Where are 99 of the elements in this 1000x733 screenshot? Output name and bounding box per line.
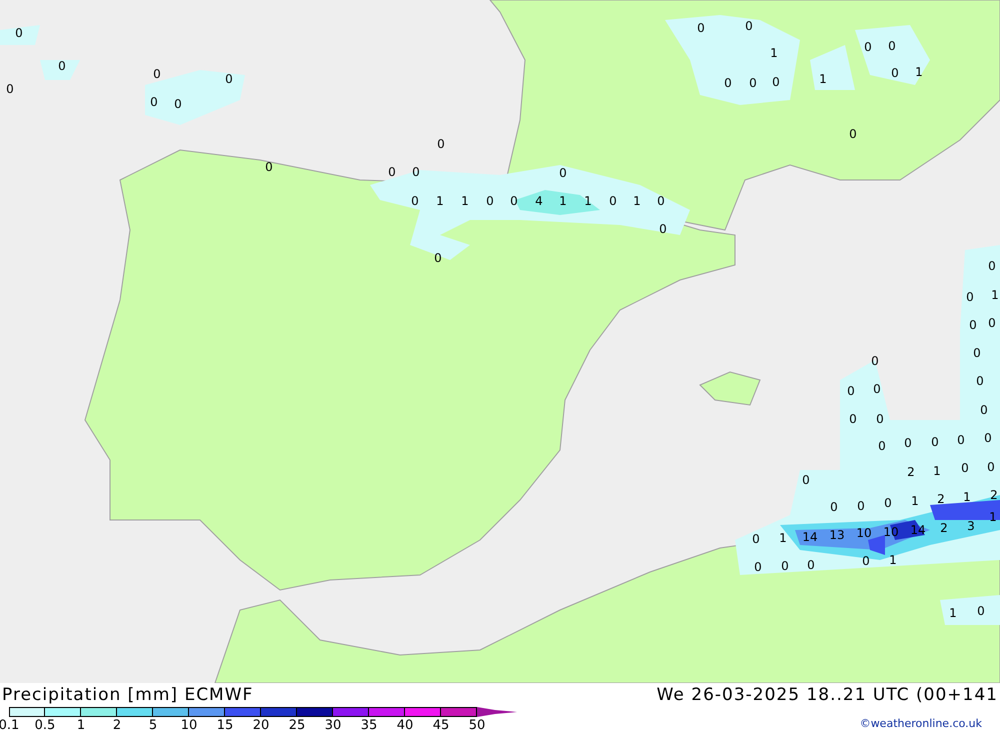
value-label: 0 [225,72,233,86]
value-label: 0 [486,194,494,208]
legend-label: 50 [468,718,486,733]
map-title: Precipitation [mm] ECMWF [2,685,254,705]
legend-label: 1 [76,718,86,733]
value-label: 0 [973,346,981,360]
value-label: 1 [559,194,567,208]
legend-label: 0.5 [34,718,56,733]
value-label: 1 [436,194,444,208]
value-label: 0 [657,194,665,208]
legend-label: 40 [396,718,414,733]
value-label: 0 [987,460,995,474]
legend-label: 20 [252,718,270,733]
value-label: 0 [904,436,912,450]
value-label: 0 [749,76,757,90]
value-label: 2 [907,465,915,479]
value-label: 0 [153,67,161,81]
value-label: 2 [990,488,998,502]
legend-label: 15 [216,718,234,733]
value-label: 0 [931,435,939,449]
value-label: 0 [876,412,884,426]
value-label: 1 [633,194,641,208]
value-label: 0 [857,499,865,513]
value-label: 0 [957,433,965,447]
value-label: 0 [969,318,977,332]
value-label: 0 [772,75,780,89]
value-label: 0 [980,403,988,417]
value-label: 1 [584,194,592,208]
value-label: 0 [888,39,896,53]
value-label: 0 [609,194,617,208]
value-label: 1 [889,553,897,567]
credit-link[interactable]: ©weatheronline.co.uk [860,717,982,730]
value-label: 1 [779,531,787,545]
value-label: 0 [847,384,855,398]
value-label: 0 [697,21,705,35]
value-label: 0 [864,40,872,54]
value-label: 0 [807,558,815,572]
value-label: 0 [388,165,396,179]
value-label: 0 [150,95,158,109]
value-label: 0 [891,66,899,80]
value-label: 2 [937,492,945,506]
value-label: 0 [884,496,892,510]
value-label: 2 [940,521,948,535]
value-label: 10 [883,525,899,539]
value-label: 10 [856,526,872,540]
value-label: 0 [174,97,182,111]
value-label: 13 [829,528,845,542]
value-label: 0 [878,439,886,453]
value-label: 0 [754,560,762,574]
value-label: 1 [911,494,919,508]
value-label: 0 [988,259,996,273]
value-label: 1 [991,288,999,302]
value-label: 0 [830,500,838,514]
valid-time: We 26-03-2025 18..21 UTC (00+141 [656,685,998,705]
legend-label: 30 [324,718,342,733]
value-label: 0 [849,412,857,426]
value-label: 0 [559,166,567,180]
value-label: 1 [933,464,941,478]
value-label: 0 [510,194,518,208]
value-label: 0 [58,59,66,73]
legend-label: 2 [112,718,122,733]
value-label: 0 [752,532,760,546]
value-label: 14 [802,530,818,544]
value-label: 1 [949,606,957,620]
value-label: 0 [988,316,996,330]
value-label: 0 [412,165,420,179]
value-label: 0 [849,127,857,141]
value-label: 0 [961,461,969,475]
legend-label: 5 [148,718,158,733]
value-label: 1 [461,194,469,208]
value-label: 3 [967,519,975,533]
value-label: 0 [781,559,789,573]
legend-label: 45 [432,718,450,733]
legend-label: 25 [288,718,306,733]
value-label: 0 [411,194,419,208]
value-label: 0 [434,251,442,265]
value-label: 4 [535,194,543,208]
value-label: 0 [873,382,881,396]
value-label: 0 [745,19,753,33]
legend-label: 35 [360,718,378,733]
value-label: 1 [819,72,827,86]
value-label: 0 [265,160,273,174]
value-label: 1 [915,65,923,79]
value-label: 0 [437,137,445,151]
value-label: 0 [659,222,667,236]
value-label: 1 [963,490,971,504]
value-label: 1 [770,46,778,60]
value-label: 0 [966,290,974,304]
value-label: 0 [977,604,985,618]
value-label: 0 [871,354,879,368]
value-label: 0 [984,431,992,445]
value-label: 14 [910,523,926,537]
value-label: 0 [15,26,23,40]
legend-label: 10 [180,718,198,733]
value-label: 0 [724,76,732,90]
value-label: 0 [6,82,14,96]
value-label: 0 [802,473,810,487]
value-label: 0 [862,554,870,568]
value-label: 0 [976,374,984,388]
